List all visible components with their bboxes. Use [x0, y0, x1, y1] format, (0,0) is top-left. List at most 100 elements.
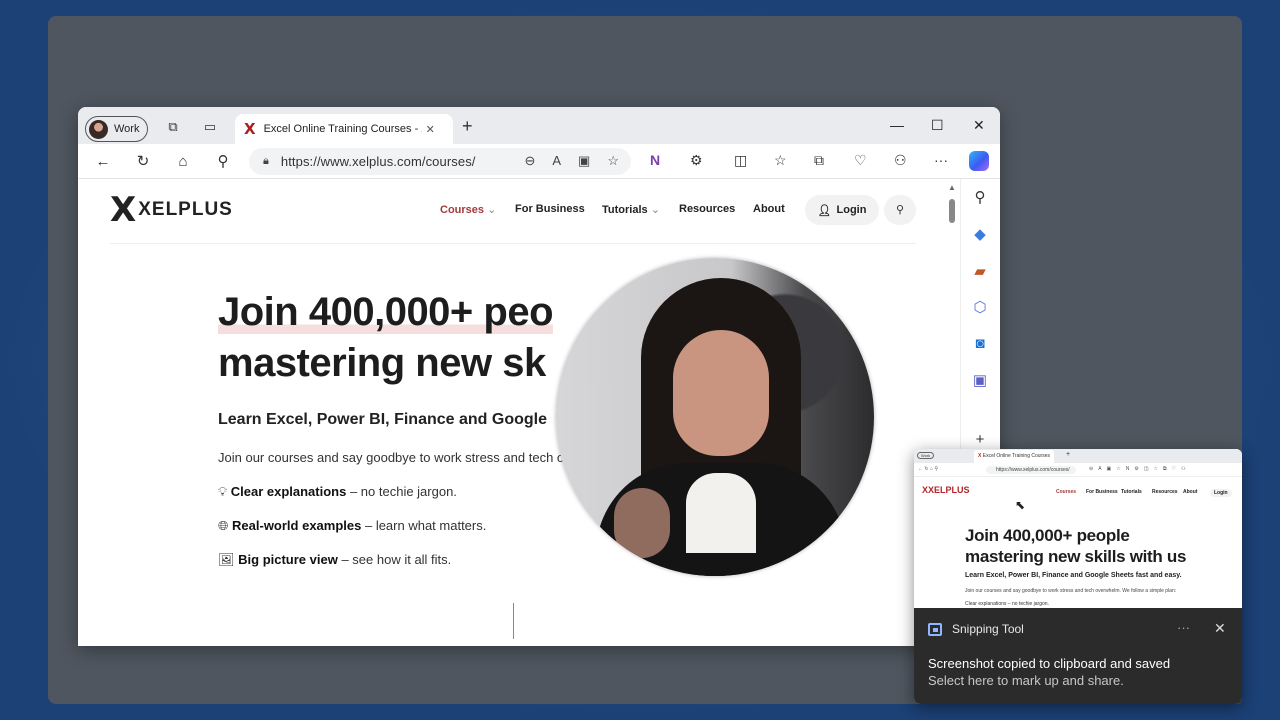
address-bar[interactable]: 🔒︎ https://www.xelplus.com/courses/ ⊖ A … [249, 148, 631, 175]
snipping-tool-notification[interactable]: Work X Excel Online Training Courses + ←… [914, 449, 1242, 704]
toast-hint: Select here to mark up and share. [928, 673, 1124, 688]
header-divider [110, 243, 916, 244]
preview-heading: Join 400,000+ people mastering new skill… [965, 525, 1186, 567]
home-icon[interactable]: ⌂ [172, 151, 194, 173]
preview-address-bar: https://www.xelplus.com/courses/ [986, 466, 1076, 474]
toast-app-name: Snipping Tool [952, 622, 1024, 636]
profile-button[interactable]: Work [85, 116, 148, 142]
browser-toolbar: ← ↻ ⌂ ⚲ 🔒︎ https://www.xelplus.com/cours… [78, 144, 1000, 179]
scroll-up-icon[interactable]: ▲ [948, 183, 956, 192]
toast-header: Snipping Tool [928, 622, 1024, 636]
preview-nav-item: Courses [1056, 489, 1077, 495]
site-favicon-icon: X [244, 120, 256, 138]
preview-url: https://www.xelplus.com/courses/ [996, 467, 1070, 473]
presenter-face [673, 330, 769, 456]
preview-new-tab-icon: + [1066, 451, 1071, 458]
snipping-tool-icon [928, 622, 942, 636]
preview-tab: X Excel Online Training Courses [974, 450, 1054, 463]
onenote-extension-icon[interactable]: N [650, 152, 660, 168]
presenter-hand [614, 488, 670, 558]
more-options-icon[interactable]: ··· [1177, 620, 1190, 635]
feature-rest: – no techie jargon. [346, 484, 457, 499]
search-icon[interactable]: ⚲ [212, 151, 234, 173]
feature-bold: Clear explanations [230, 484, 347, 499]
nav-tutorials[interactable]: Tutorials ⌄ [602, 203, 660, 216]
screenshot-preview[interactable]: Work X Excel Online Training Courses + ←… [914, 449, 1242, 608]
login-button[interactable]: 👤︎ Login [805, 195, 879, 225]
nav-courses-label: Courses [440, 204, 485, 216]
preview-nav-item: About [1183, 489, 1198, 495]
nav-resources[interactable]: Resources [679, 203, 735, 215]
more-menu-icon[interactable]: ··· [934, 152, 948, 168]
nav-for-business[interactable]: For Business [515, 203, 585, 215]
read-aloud-icon[interactable]: A [552, 153, 561, 169]
preview-logo-word: XELPLUS [928, 485, 970, 495]
m365-icon[interactable]: ⬡ [971, 299, 989, 317]
copilot-icon[interactable] [969, 151, 989, 171]
preview-nav-item: For Business [1086, 489, 1118, 495]
preview-tab-bar: Work X Excel Online Training Courses + [914, 449, 1242, 463]
close-icon[interactable]: ✕ [1214, 620, 1226, 637]
mouse-cursor-icon: ⬉ [1015, 498, 1026, 512]
presenter-shirt [686, 473, 756, 553]
preview-profile: Work [917, 452, 935, 459]
preview-tab-title: Excel Online Training Courses [982, 453, 1050, 459]
preview-extension-icons: ⊖A▣☆N⚙◫☆⧉♡⚇ [1089, 466, 1191, 472]
lock-icon[interactable]: 🔒︎ [263, 155, 269, 168]
tab-bar: Work ⧉ ▭ X Excel Online Training Courses… [78, 107, 1000, 144]
preview-subheading: Learn Excel, Power BI, Finance and Googl… [965, 572, 1182, 579]
workspaces-icon[interactable]: ⧉ [164, 119, 182, 137]
site-search-button[interactable]: ⚲ [884, 195, 916, 225]
chevron-down-icon: ⌄ [650, 204, 660, 216]
back-icon[interactable]: ← [92, 151, 114, 173]
nav-about[interactable]: About [753, 203, 785, 215]
scroll-indicator-line [513, 603, 514, 639]
favorite-star-icon[interactable]: ☆ [607, 153, 619, 169]
toast-message: Screenshot copied to clipboard and saved [928, 656, 1171, 671]
zoom-icon[interactable]: ⊖ [524, 153, 535, 169]
login-label: Login [836, 204, 867, 216]
outlook-icon[interactable]: ◙ [971, 335, 989, 353]
extensions-icon[interactable]: ⚙ [690, 152, 703, 169]
favorites-icon[interactable]: ☆ [774, 152, 787, 169]
minimize-icon[interactable]: — [890, 117, 904, 133]
immersive-reader-icon[interactable]: ▣ [578, 153, 590, 169]
hero-subheading: Learn Excel, Power BI, Finance and Googl… [218, 411, 547, 428]
collections-icon[interactable]: ⧉ [814, 152, 824, 169]
tools-briefcase-icon[interactable]: ▰ [971, 263, 989, 281]
maximize-icon[interactable]: ☐ [931, 117, 944, 134]
user-icon: 👤︎ [817, 204, 832, 217]
nav-tutorials-label: Tutorials [602, 204, 648, 216]
toast-body[interactable]: Snipping Tool ··· ✕ Screenshot copied to… [914, 608, 1242, 704]
tab-close-icon[interactable]: ✕ [426, 123, 435, 136]
xelplus-logo[interactable]: X XELPLUS [110, 193, 233, 227]
preview-paragraph: Join our courses and say goodbye to work… [965, 588, 1177, 594]
scrollbar-thumb[interactable] [949, 199, 955, 223]
performance-icon[interactable]: ⚇ [894, 152, 907, 169]
preview-toolbar: ← ↻ ⌂ ⚲ https://www.xelplus.com/courses/… [914, 463, 1242, 477]
close-window-icon[interactable]: ✕ [973, 117, 985, 134]
refresh-icon[interactable]: ↻ [132, 151, 154, 173]
lightbulb-icon: 💡︎ [218, 484, 228, 499]
new-tab-button[interactable]: + [462, 116, 473, 137]
preview-nav-icons: ← ↻ ⌂ ⚲ [918, 466, 939, 472]
search-icon[interactable]: ⚲ [971, 189, 989, 207]
preview-heading-line-1: Join 400,000+ people [965, 526, 1130, 545]
tab-active[interactable]: X Excel Online Training Courses - X ✕ [235, 114, 453, 144]
add-sidebar-app-icon[interactable]: + [971, 431, 989, 449]
url-text: https://www.xelplus.com/courses/ [280, 154, 476, 169]
image-icon: 🖼︎ [218, 552, 235, 567]
nav-courses[interactable]: Courses ⌄ [440, 203, 496, 216]
feature-rest: – learn what matters. [361, 518, 487, 533]
feature-item: 🖼︎ Big picture view – see how it all fit… [218, 552, 451, 568]
preview-feature: Clear explanations – no techie jargon. [965, 601, 1049, 607]
tab-title: Excel Online Training Courses - X [263, 123, 422, 135]
tab-actions-icon[interactable]: ▭ [201, 119, 219, 137]
feature-item: 💡︎ Clear explanations – no techie jargon… [218, 484, 457, 500]
address-actions: ⊖ A ▣ ☆ [524, 153, 619, 169]
teams-icon[interactable]: ▣ [971, 372, 989, 390]
feature-bold: Big picture view [238, 552, 338, 567]
browser-essentials-icon[interactable]: ♡ [854, 152, 867, 169]
split-screen-icon[interactable]: ◫ [734, 152, 747, 169]
shopping-tag-icon[interactable]: ◆ [971, 226, 989, 244]
